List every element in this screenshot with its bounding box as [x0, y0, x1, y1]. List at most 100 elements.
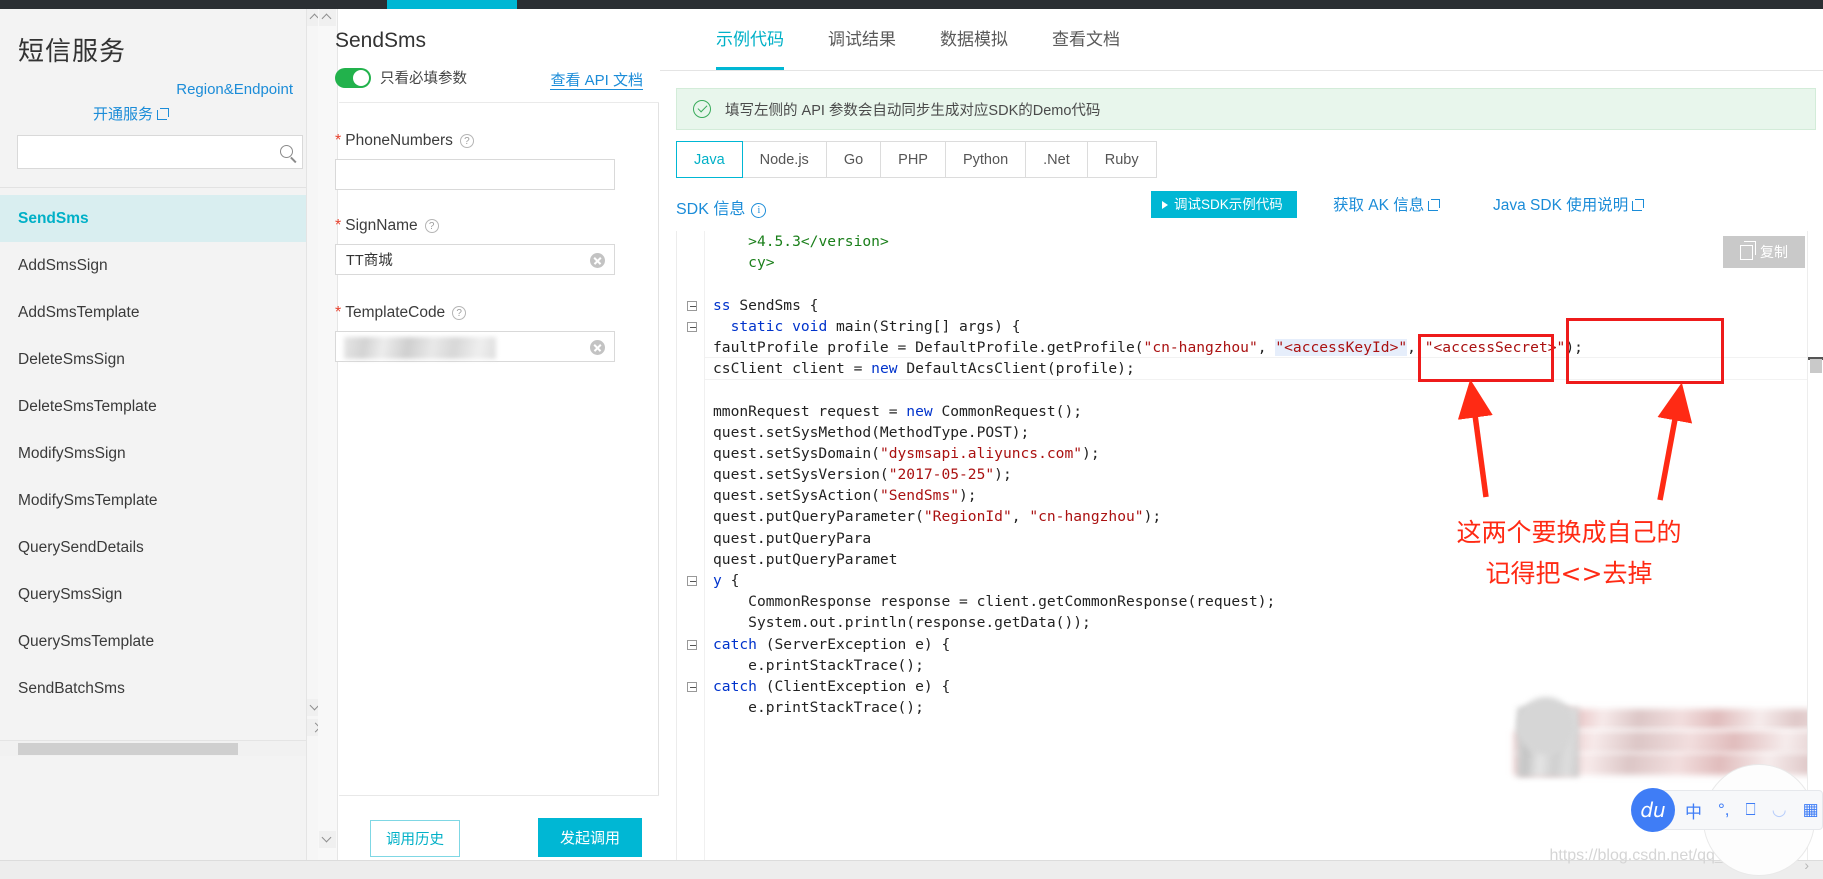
ime-keyboard-icon[interactable]: ⎕	[1746, 800, 1756, 820]
code-line: cy>	[713, 252, 1583, 273]
code-token: quest.setSysAction(	[713, 487, 880, 505]
field-input-box[interactable]	[335, 331, 615, 362]
field-input-box[interactable]	[335, 244, 615, 275]
sidebar-item-sendbatchsms[interactable]: SendBatchSms	[0, 665, 306, 712]
code-line: faultProfile profile = DefaultProfile.ge…	[713, 337, 1583, 358]
sidebar-search-box[interactable]	[17, 135, 303, 169]
sidebar-item-label: AddSmsSign	[18, 257, 108, 274]
lang-tab-python[interactable]: Python	[945, 141, 1027, 178]
info-icon[interactable]: i	[751, 203, 767, 218]
code-vertical-scrollbar[interactable]	[1807, 231, 1823, 871]
code-fold-toggle-icon[interactable]	[687, 639, 697, 650]
lang-tab-ruby[interactable]: Ruby	[1087, 141, 1157, 178]
code-fold-toggle-icon[interactable]	[687, 682, 697, 693]
sidebar-item-deletesmstemplate[interactable]: DeleteSmsTemplate	[0, 383, 306, 430]
required-only-toggle-row[interactable]: 只看必填参数	[335, 67, 467, 88]
lang-tab-go[interactable]: Go	[826, 141, 882, 178]
form-field-signname: * SignName?	[335, 217, 631, 275]
ime-user-icon[interactable]: ◡	[1772, 800, 1787, 820]
call-history-button[interactable]: 调用历史	[370, 820, 460, 857]
sidebar-item-querysenddetails[interactable]: QuerySendDetails	[0, 524, 306, 571]
tab-2[interactable]: 数据模拟	[940, 9, 1008, 70]
code-token: ,	[1257, 338, 1276, 356]
field-label-row: * SignName?	[335, 217, 631, 235]
form-scroll-up-arrow-icon[interactable]	[319, 9, 336, 26]
search-input[interactable]	[18, 136, 268, 168]
code-fold-toggle-icon[interactable]	[687, 321, 697, 332]
api-doc-label: 查看 API 文档	[550, 72, 643, 90]
debug-sdk-sample-button[interactable]: 调试SDK示例代码	[1151, 191, 1297, 218]
sidebar-item-modifysmssign[interactable]: ModifySmsSign	[0, 430, 306, 477]
code-token: e.printStackTrace();	[748, 699, 924, 717]
ime-punctuation-icon[interactable]: °,	[1718, 800, 1730, 820]
help-icon[interactable]: ?	[424, 219, 439, 233]
lang-tab-nodejs[interactable]: Node.js	[742, 141, 827, 178]
redacted-code-region	[1537, 709, 1823, 729]
lang-tab-label: Node.js	[759, 152, 809, 168]
sidebar-horizontal-scrollbar[interactable]	[0, 740, 306, 756]
code-token: {	[730, 572, 740, 589]
clear-input-icon[interactable]	[590, 253, 605, 268]
region-endpoint-link[interactable]: Region&Endpoint	[176, 81, 293, 98]
tab-3[interactable]: 查看文档	[1052, 9, 1120, 70]
code-fold-toggle-icon[interactable]	[687, 300, 697, 311]
sidebar-item-addsmstemplate[interactable]: AddSmsTemplate	[0, 289, 306, 336]
code-token: (ServerException e) {	[765, 635, 951, 653]
help-icon[interactable]: ?	[452, 306, 467, 320]
sidebar-item-querysmssign[interactable]: QuerySmsSign	[0, 571, 306, 618]
scroll-right-chevron-icon[interactable]: ›	[1804, 857, 1809, 873]
code-viewer[interactable]: >4.5.3</version> cy> ss SendSms { static…	[676, 231, 1823, 871]
clear-input-icon[interactable]	[590, 340, 605, 355]
right-panel: 示例代码 调试结果 数据模拟 查看文档 填写左侧的 API 参数会自动同步生成对应SD…	[660, 9, 1823, 879]
code-token: SendSms {	[739, 296, 819, 314]
code-token: quest.setSysDomain(	[713, 444, 880, 462]
code-token: ,	[1011, 508, 1030, 526]
invoke-button[interactable]: 发起调用	[537, 818, 642, 857]
tab-1[interactable]: 调试结果	[828, 9, 896, 70]
sidebar-item-querysmstemplate[interactable]: QuerySmsTemplate	[0, 618, 306, 665]
sidebar-item-modifysmstemplate[interactable]: ModifySmsTemplate	[0, 477, 306, 524]
sidebar-hscroll-thumb[interactable]	[18, 743, 238, 755]
search-icon[interactable]	[280, 145, 293, 158]
code-line: csClient client = new DefaultAcsClient(p…	[713, 358, 1583, 379]
api-doc-link[interactable]: 查看 API 文档	[550, 69, 643, 90]
code-token: );	[1143, 508, 1162, 526]
right-panel-tabs: 示例代码 调试结果 数据模拟 查看文档	[660, 9, 1823, 71]
code-token: quest.setSysVersion(	[713, 466, 889, 484]
sidebar-item-addsmssign[interactable]: AddSmsSign	[0, 242, 306, 289]
code-token: catch	[713, 635, 766, 653]
code-fold-toggle-icon[interactable]	[687, 576, 697, 587]
browser-active-tab-indicator[interactable]	[387, 0, 517, 9]
sdk-info-link[interactable]: SDK 信息 i	[676, 195, 767, 219]
copy-code-button[interactable]: 复制	[1723, 236, 1805, 268]
code-scroll-thumb[interactable]	[1810, 359, 1822, 373]
tab-label: 调试结果	[828, 30, 896, 49]
tab-0[interactable]: 示例代码	[716, 9, 784, 70]
form-title: SendSms	[335, 29, 427, 52]
form-header: SendSms 只看必填参数 查看 API 文档	[335, 9, 659, 103]
code-token: catch	[713, 677, 766, 695]
ime-grid-icon[interactable]: ▦	[1803, 800, 1819, 820]
baidu-ime-toolbar[interactable]: du 中 °, ⎕ ◡ ▦	[1631, 788, 1823, 832]
get-ak-info-link[interactable]: 获取 AK 信息	[1333, 193, 1441, 215]
java-sdk-guide-link[interactable]: Java SDK 使用说明	[1493, 193, 1645, 215]
phonenumbers-input[interactable]	[336, 160, 576, 189]
form-scroll-down-arrow-icon[interactable]	[319, 831, 336, 848]
open-service-link[interactable]: 开通服务	[93, 103, 169, 124]
sidebar-item-sendsms[interactable]: SendSms	[0, 195, 306, 242]
lang-tab-java[interactable]: Java	[676, 141, 743, 178]
field-input-box[interactable]	[335, 159, 615, 190]
help-icon[interactable]: ?	[459, 134, 474, 148]
sidebar-item-deletesmssign[interactable]: DeleteSmsSign	[0, 336, 306, 383]
required-only-switch[interactable]	[335, 67, 371, 88]
code-line: quest.setSysDomain("dysmsapi.aliyuncs.co…	[713, 443, 1583, 464]
code-content[interactable]: >4.5.3</version> cy> ss SendSms { static…	[713, 231, 1583, 718]
signname-input[interactable]	[336, 245, 576, 274]
code-token: y	[713, 572, 731, 589]
ime-chinese-mode-icon[interactable]: 中	[1685, 798, 1702, 823]
lang-tab-php[interactable]: PHP	[881, 141, 946, 178]
lang-tab-net[interactable]: .Net	[1026, 141, 1088, 178]
baidu-ime-logo-icon[interactable]: du	[1631, 788, 1675, 832]
